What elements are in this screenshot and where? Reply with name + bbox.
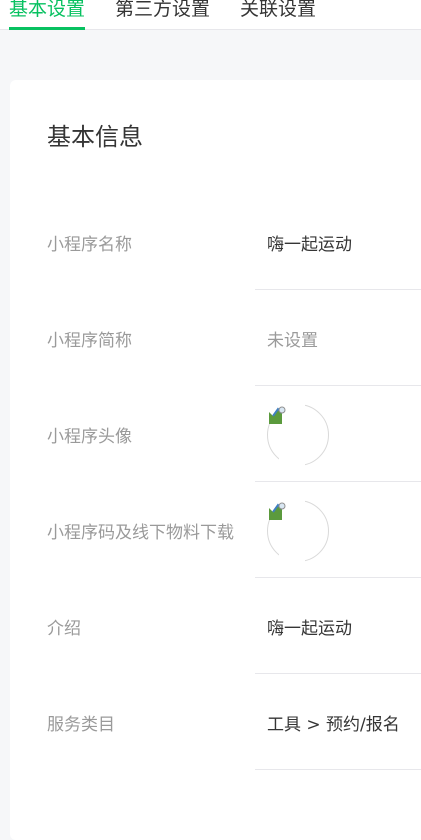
- row-value: 工具 > 预约/报名: [267, 714, 400, 735]
- row-value: 未设置: [267, 330, 318, 351]
- tab-third-party-settings[interactable]: 第三方设置: [115, 0, 210, 30]
- qrcode-frame-gap-bottom: [279, 552, 305, 566]
- row-divider: [255, 769, 421, 770]
- row-label: 小程序简称: [47, 330, 132, 351]
- broken-image-icon: [269, 406, 286, 424]
- avatar-frame-gap-bottom: [279, 456, 305, 470]
- avatar-image[interactable]: [267, 400, 329, 470]
- basic-info-card: 基本信息 小程序名称 嗨一起运动 小程序简称 未设置 小程序头像 小程序码及线下…: [10, 80, 421, 840]
- row-service-category: 服务类目 工具 > 预约/报名: [10, 674, 421, 770]
- tab-association-settings[interactable]: 关联设置: [240, 0, 316, 30]
- row-introduction: 介绍 嗨一起运动: [10, 578, 421, 674]
- settings-tabs: 基本设置 第三方设置 关联设置: [0, 0, 421, 30]
- row-value: 嗨一起运动: [267, 618, 352, 639]
- row-label: 小程序码及线下物料下载: [47, 522, 234, 543]
- row-mini-program-name: 小程序名称 嗨一起运动: [10, 194, 421, 290]
- row-value: 嗨一起运动: [267, 234, 352, 255]
- row-label: 小程序名称: [47, 234, 132, 255]
- row-mini-program-code-download: 小程序码及线下物料下载: [10, 482, 421, 578]
- row-label: 服务类目: [47, 714, 115, 735]
- card-title: 基本信息: [47, 123, 143, 151]
- tab-basic-settings[interactable]: 基本设置: [9, 0, 86, 30]
- row-mini-program-avatar: 小程序头像: [10, 386, 421, 482]
- row-label: 小程序头像: [47, 426, 132, 447]
- broken-image-icon: [269, 502, 286, 520]
- row-mini-program-short-name: 小程序简称 未设置: [10, 290, 421, 386]
- qrcode-image[interactable]: [267, 496, 329, 566]
- row-label: 介绍: [47, 618, 81, 639]
